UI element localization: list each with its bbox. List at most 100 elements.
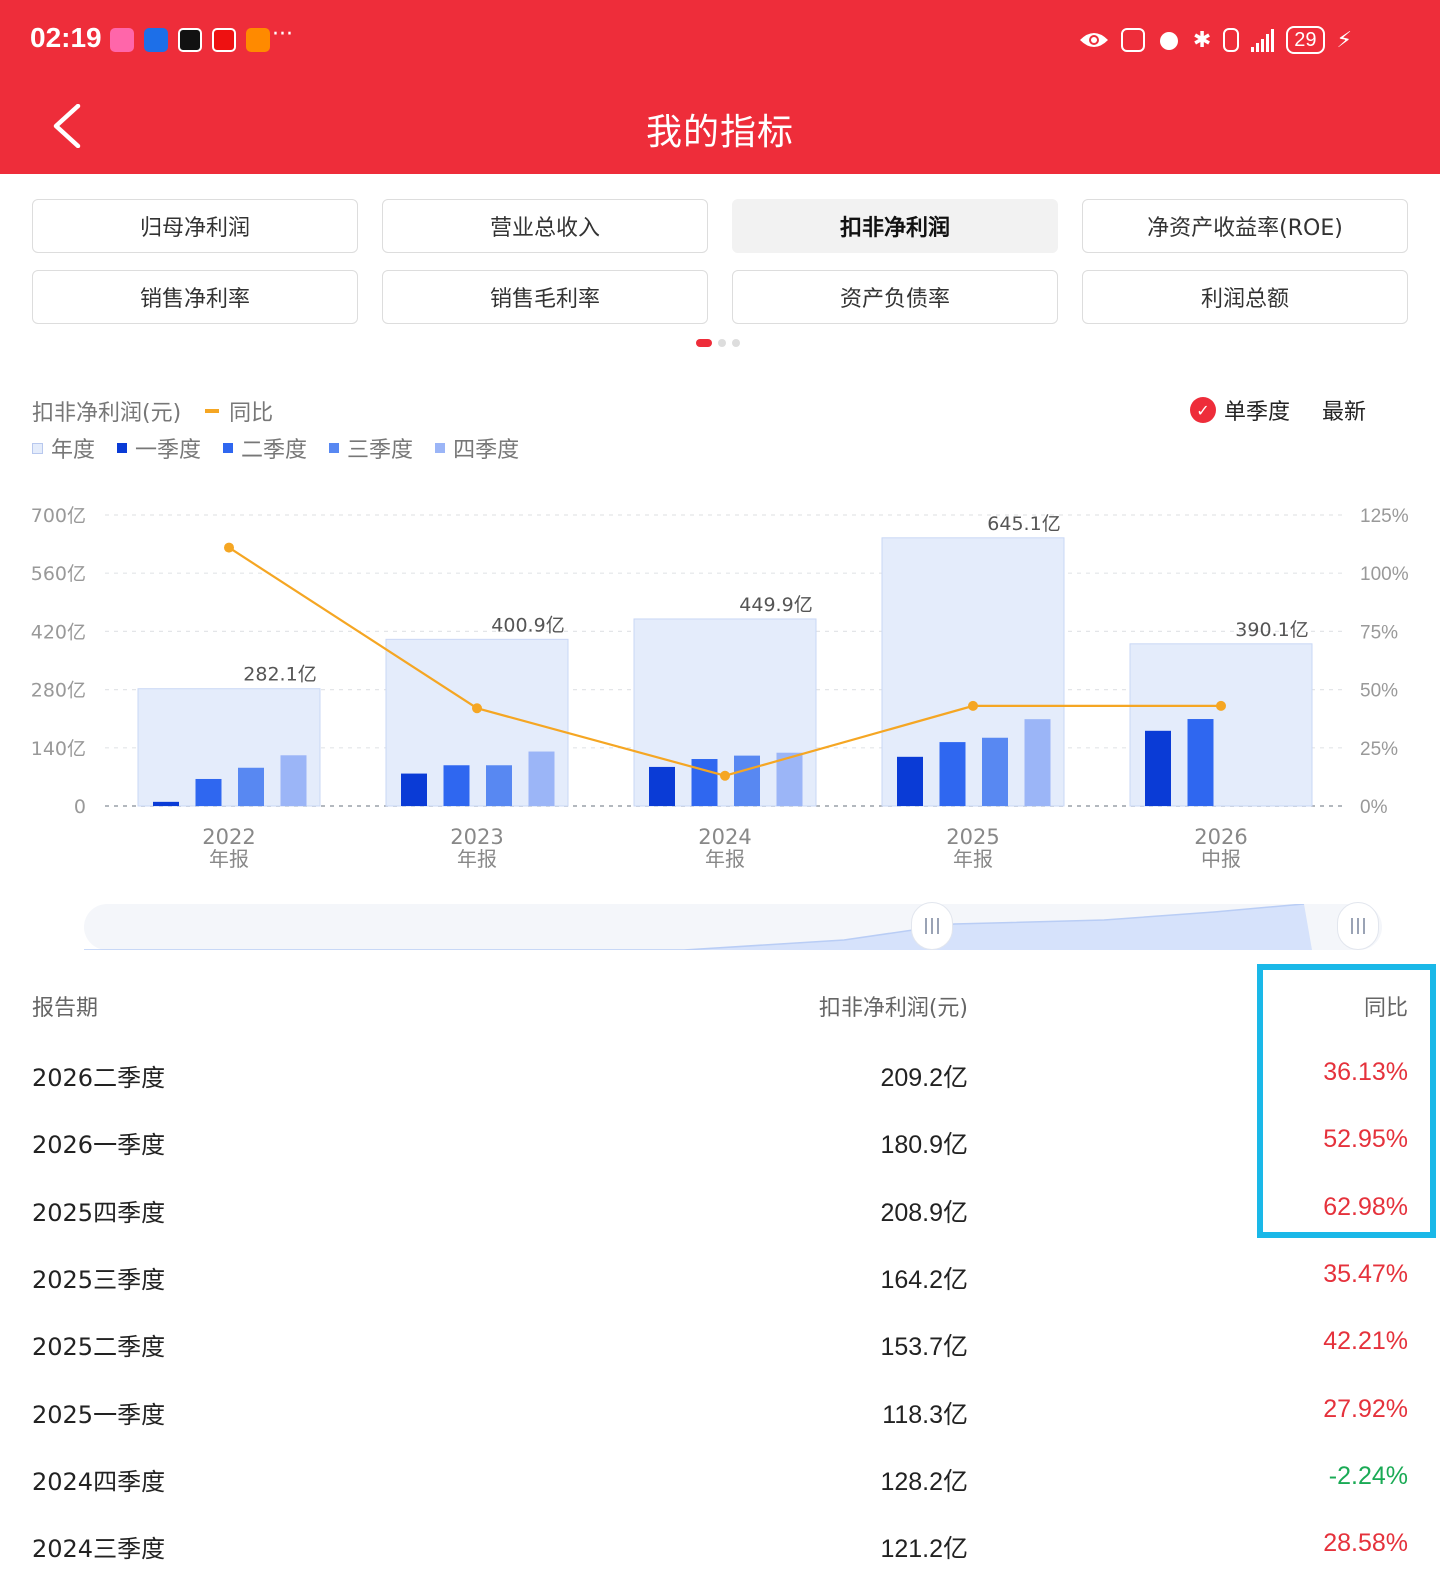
y-axis-tick-left: 700亿: [31, 505, 86, 527]
table-row[interactable]: 2025三季度 164.2亿 35.47%: [0, 1260, 1440, 1300]
row-yoy: -2.24%: [1328, 1461, 1408, 1490]
legend-label: 三季度: [347, 438, 414, 463]
row-period: 2025三季度: [32, 1265, 166, 1294]
tab-gross-margin[interactable]: 销售毛利率: [382, 270, 708, 324]
quarter-bar: [982, 737, 1008, 806]
x-axis-label-period: 中报: [1201, 847, 1241, 871]
quarter-bar: [1024, 719, 1051, 806]
legend-item-q2[interactable]: 二季度: [223, 432, 307, 464]
quarter-bar: [734, 755, 760, 806]
metric-tabs: 归母净利润 营业总收入 扣非净利润 净资产收益率(ROE) 销售净利率 销售毛利…: [32, 199, 1408, 324]
y-axis-tick-right: 50%: [1360, 681, 1398, 702]
legend-item-q3[interactable]: 三季度: [329, 432, 413, 464]
annual-bar-label: 390.1亿: [1235, 619, 1308, 641]
alarm-icon: [1159, 32, 1178, 50]
yoy-point: [1216, 700, 1226, 711]
eye-icon: [1079, 33, 1108, 47]
quarter-bar: [528, 751, 555, 806]
quarter-bar: [195, 778, 222, 806]
quarter-bar: [486, 765, 512, 806]
legend-swatch: [32, 442, 43, 454]
status-right-icons: ✱ 29 ⚡: [1079, 26, 1352, 54]
legend-metric: 扣非净利润(元): [32, 401, 182, 426]
header-value[interactable]: 扣非净利润(元): [819, 990, 968, 1022]
single-quarter-toggle[interactable]: ✓ 单季度: [1190, 394, 1290, 426]
quarter-bar: [939, 742, 966, 806]
nfc-icon: [1120, 28, 1145, 52]
legend-yoy-swatch: [205, 409, 220, 413]
row-value: 180.9亿: [880, 1131, 968, 1160]
legend-label: 年度: [51, 438, 96, 463]
single-quarter-label: 单季度: [1224, 400, 1291, 425]
slider-handle-left[interactable]: [911, 902, 953, 950]
pager-dot: [718, 339, 726, 347]
latest-button[interactable]: 最新: [1322, 394, 1366, 426]
quarter-bar: [1145, 730, 1171, 806]
y-axis-tick-left: 280亿: [31, 680, 86, 702]
profit-chart: 700亿 560亿 420亿 280亿 140亿 0 125% 100% 75% 50% 25% 0%…: [31, 505, 1409, 871]
table-row[interactable]: 2025一季度 118.3亿 27.92%: [0, 1395, 1440, 1435]
legend-swatch: [435, 443, 446, 453]
notification-app-icon: [144, 28, 168, 52]
row-value: 121.2亿: [880, 1535, 968, 1564]
checkmark-icon: ✓: [1190, 397, 1216, 423]
row-value: 153.7亿: [880, 1333, 968, 1362]
legend-yoy: 同比: [229, 401, 274, 426]
tab-pager-dots: [696, 339, 740, 347]
table-row[interactable]: 2024四季度 128.2亿 -2.24%: [0, 1462, 1440, 1502]
legend-item-q4[interactable]: 四季度: [435, 432, 519, 464]
notification-app-icon: [110, 28, 134, 52]
legend-label: 一季度: [135, 438, 202, 463]
tab-debt-ratio[interactable]: 资产负债率: [732, 270, 1058, 324]
tab-net-margin[interactable]: 销售净利率: [32, 270, 358, 324]
y-axis-tick-right: 125%: [1360, 506, 1409, 527]
notification-app-icon: [246, 28, 270, 52]
yoy-point: [224, 542, 234, 553]
tab-total-profit[interactable]: 利润总额: [1082, 270, 1408, 324]
row-value: 118.3亿: [882, 1400, 968, 1429]
table-row[interactable]: 2025四季度 208.9亿 62.98%: [0, 1193, 1440, 1233]
slider-handle-right[interactable]: [1337, 902, 1379, 950]
x-axis-label-period: 年报: [953, 847, 993, 871]
chart-legend-series: 年度 一季度 二季度 三季度 四季度: [32, 432, 541, 464]
y-axis-tick-left: 560亿: [31, 563, 86, 585]
header-period[interactable]: 报告期: [32, 990, 98, 1022]
tab-deducted-net-profit[interactable]: 扣非净利润: [732, 199, 1058, 253]
notification-app-icon: [212, 28, 236, 52]
quarter-bar: [649, 766, 675, 806]
tab-total-revenue[interactable]: 营业总收入: [382, 199, 708, 253]
table-row[interactable]: 2024三季度 121.2亿 28.58%: [0, 1529, 1440, 1569]
y-axis-tick-right: 75%: [1360, 622, 1398, 643]
quarter-bar: [691, 759, 718, 806]
legend-swatch: [329, 443, 340, 453]
slider-preview-area: [84, 904, 1312, 950]
page-title: 我的指标: [645, 112, 794, 153]
table-row[interactable]: 2026二季度 209.2亿 36.13%: [0, 1058, 1440, 1098]
row-period: 2024三季度: [32, 1535, 166, 1564]
bluetooth-icon: ✱: [1192, 27, 1212, 53]
chart-legend-main: 扣非净利润(元) 同比: [32, 395, 273, 427]
quarter-bar: [238, 767, 264, 806]
yoy-point: [472, 703, 482, 714]
row-value: 209.2亿: [880, 1064, 968, 1092]
legend-swatch: [117, 443, 128, 453]
row-period: 2024四季度: [32, 1467, 166, 1496]
tab-roe[interactable]: 净资产收益率(ROE): [1082, 199, 1408, 253]
x-axis-label-period: 年报: [457, 847, 497, 871]
legend-item-q1[interactable]: 一季度: [117, 432, 201, 464]
row-period: 2026二季度: [32, 1064, 166, 1092]
row-period: 2025一季度: [32, 1400, 166, 1429]
table-row[interactable]: 2026一季度 180.9亿 52.95%: [0, 1125, 1440, 1165]
status-time: 02:19: [30, 22, 102, 53]
tab-parent-net-profit[interactable]: 归母净利润: [32, 199, 358, 253]
range-slider-track[interactable]: [84, 904, 1382, 950]
signal-icon: [1251, 28, 1275, 52]
y-axis-tick-left: 420亿: [31, 621, 86, 643]
table-row[interactable]: 2025二季度 153.7亿 42.21%: [0, 1327, 1440, 1367]
y-axis-tick-left: 0: [74, 796, 86, 818]
x-axis-label-year: 2023: [450, 825, 503, 849]
legend-item-annual[interactable]: 年度: [32, 432, 95, 464]
pager-dot-active: [696, 339, 712, 347]
quarter-bar: [280, 755, 307, 806]
vibrate-icon: [1223, 28, 1240, 52]
